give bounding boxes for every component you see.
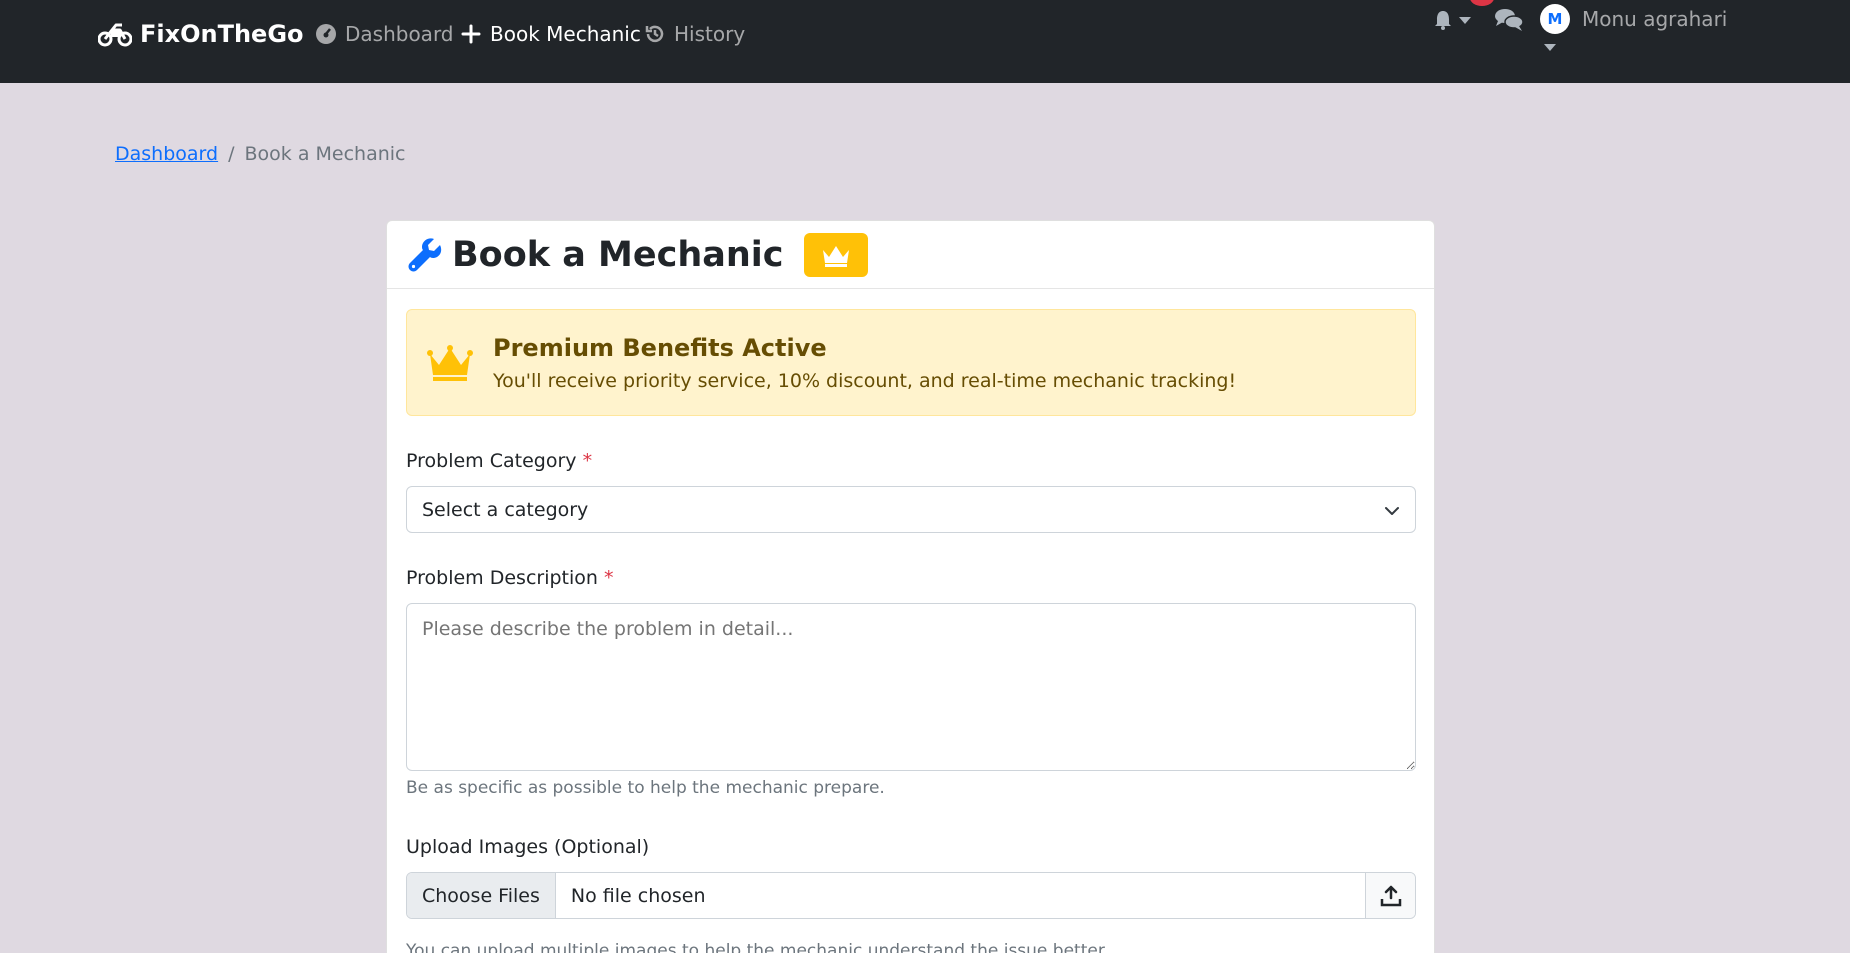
brand-name: FixOnTheGo bbox=[140, 20, 304, 48]
description-label: Problem Description * bbox=[406, 567, 613, 589]
messages-button[interactable] bbox=[1494, 6, 1524, 34]
chat-icon bbox=[1495, 9, 1524, 31]
premium-badge bbox=[803, 232, 868, 277]
alert-title: Premium Benefits Active bbox=[493, 333, 827, 362]
category-selected-value: Select a category bbox=[422, 498, 589, 521]
description-help: Be as specific as possible to help the m… bbox=[406, 778, 885, 798]
upload-label: Upload Images (Optional) bbox=[406, 836, 650, 858]
nav-dashboard-label: Dashboard bbox=[345, 22, 454, 46]
history-icon bbox=[645, 25, 664, 43]
breadcrumb: Dashboard / Book a Mechanic bbox=[115, 143, 406, 165]
avatar: M bbox=[1540, 4, 1570, 34]
nav-history[interactable]: History bbox=[644, 18, 745, 50]
description-textarea[interactable] bbox=[406, 603, 1416, 771]
upload-button[interactable] bbox=[1365, 873, 1415, 918]
card-header: Book a Mechanic bbox=[387, 221, 1434, 289]
category-label: Problem Category * bbox=[406, 450, 592, 472]
file-status: No file chosen bbox=[570, 884, 706, 907]
breadcrumb-separator: / bbox=[228, 143, 235, 165]
nav-history-label: History bbox=[674, 22, 746, 46]
choose-files-button[interactable]: Choose Files bbox=[407, 873, 556, 918]
breadcrumb-dashboard-link[interactable]: Dashboard bbox=[115, 143, 218, 165]
user-name: Monu agrahari bbox=[1582, 7, 1728, 31]
upload-icon bbox=[1380, 885, 1401, 906]
gauge-icon bbox=[316, 24, 336, 44]
brand-logo[interactable]: FixOnTheGo bbox=[98, 18, 304, 50]
nav-book-mechanic[interactable]: Book Mechanic bbox=[460, 18, 641, 50]
premium-alert: Premium Benefits Active You'll receive p… bbox=[406, 309, 1416, 416]
notifications-dropdown[interactable] bbox=[1432, 6, 1478, 34]
breadcrumb-current: Book a Mechanic bbox=[244, 143, 406, 165]
category-select[interactable]: Select a category bbox=[406, 486, 1416, 533]
plus-icon bbox=[461, 24, 481, 44]
required-marker: * bbox=[603, 567, 614, 589]
file-upload-group: Choose Files No file chosen bbox=[406, 872, 1416, 919]
booking-card: Book a Mechanic Premium Benefits Active … bbox=[386, 220, 1435, 953]
upload-help: You can upload multiple images to help t… bbox=[406, 941, 1109, 953]
chevron-down-icon bbox=[1385, 507, 1399, 515]
bell-icon bbox=[1435, 11, 1451, 30]
nav-book-mechanic-label: Book Mechanic bbox=[490, 22, 641, 46]
alert-text: You'll receive priority service, 10% dis… bbox=[493, 369, 1237, 392]
crown-icon bbox=[427, 344, 473, 381]
top-navbar: FixOnTheGo Dashboard Book Mechanic Histo… bbox=[0, 0, 1850, 83]
chevron-down-icon bbox=[1459, 16, 1471, 24]
category-label-text: Problem Category bbox=[406, 450, 577, 472]
chevron-down-icon[interactable] bbox=[1544, 44, 1556, 51]
motorcycle-icon bbox=[98, 23, 132, 47]
page-title: Book a Mechanic bbox=[452, 234, 784, 275]
description-label-text: Problem Description bbox=[406, 567, 598, 589]
required-marker: * bbox=[582, 450, 593, 472]
user-menu[interactable]: M Monu agrahari bbox=[1540, 2, 1727, 36]
nav-dashboard[interactable]: Dashboard bbox=[315, 18, 454, 50]
crown-icon bbox=[822, 245, 849, 267]
wrench-icon bbox=[408, 237, 442, 271]
